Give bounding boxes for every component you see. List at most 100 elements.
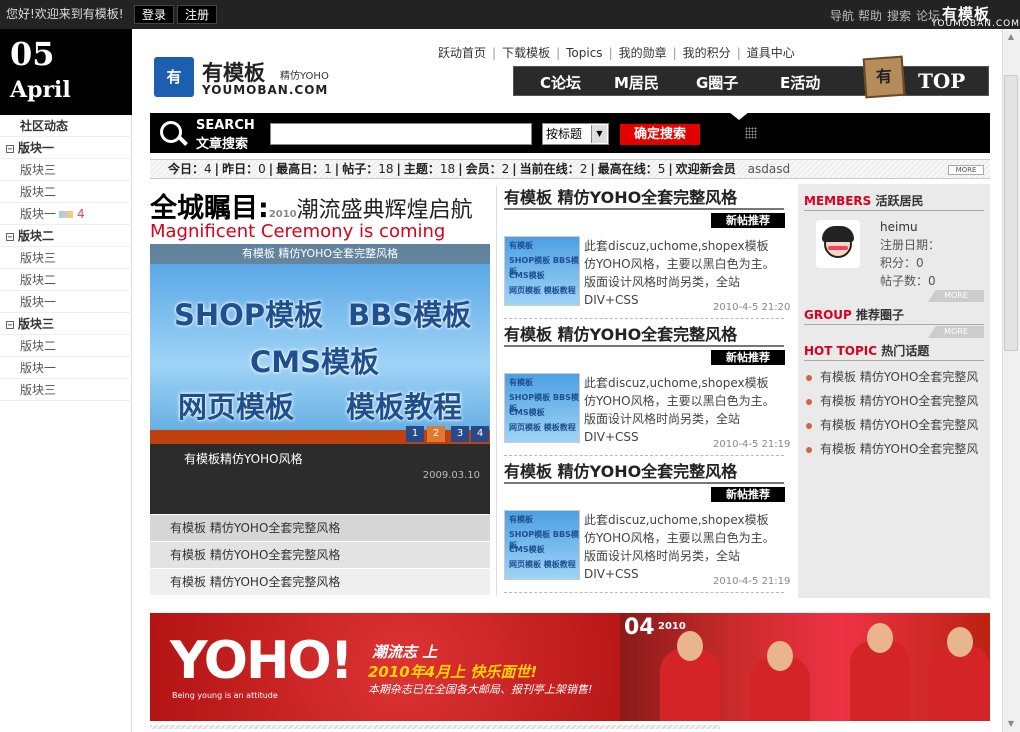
member-name[interactable]: heimu — [880, 220, 918, 234]
sidebar-group[interactable]: − 版块一 — [0, 137, 132, 159]
chevron-down-icon[interactable]: ▼ — [591, 125, 607, 143]
sidebar-item-label: 版块一 — [18, 141, 55, 155]
collapse-icon[interactable]: − — [6, 232, 14, 241]
register-button[interactable]: 注册 — [177, 5, 218, 24]
avatar[interactable] — [816, 220, 860, 268]
article-thumbnail[interactable]: 有模板 SHOP模板 BBS模板 CMS模板 网页模板 模板教程 — [504, 236, 580, 306]
slide-page-4[interactable]: 4 — [471, 426, 489, 442]
article-title[interactable]: 有模板 精仿YOHO全套完整风格 — [504, 321, 737, 345]
article-thumbnail[interactable]: 有模板 SHOP模板 BBS模板 CMS模板 网页模板 模板教程 — [504, 373, 580, 443]
slide-text-shop: SHOP模板 — [174, 298, 324, 332]
nav-link-search[interactable]: 搜索 — [887, 7, 911, 24]
stat-label: 最高在线 — [597, 162, 646, 176]
sidebar-item-label: 版块一 — [20, 295, 57, 309]
main-content: 有 有模板 精仿YOHO YOUMOBAN.COM 跃动首页 | 下载模板 | Topi… — [132, 29, 1002, 732]
slide-page-2[interactable]: 2 — [427, 426, 445, 442]
hot-topic-item[interactable]: 有模板 精仿YOHO全套完整风 — [806, 416, 978, 433]
hot-topic-heading-en: HOT TOPIC — [804, 344, 878, 358]
site-logo[interactable]: 有 有模板 精仿YOHO YOUMOBAN.COM — [154, 57, 354, 103]
nav-residents[interactable]: M居民 — [614, 72, 659, 93]
login-button[interactable]: 登录 — [134, 5, 175, 24]
search-type-select[interactable]: 按标题 ▼ — [542, 123, 609, 145]
collapse-icon[interactable]: − — [6, 320, 14, 329]
newest-member-link[interactable]: asdasd — [748, 162, 790, 176]
collapse-icon[interactable]: − — [6, 144, 14, 153]
sidebar-item[interactable]: 版块三 — [0, 247, 132, 269]
slide-info-title[interactable]: 有模板精仿YOHO风格 — [184, 450, 303, 467]
search-icon-handle — [178, 136, 188, 146]
hot-topic-heading: HOT TOPIC 热门话题 — [804, 342, 929, 359]
sidebar-item[interactable]: 版块一 — [0, 291, 132, 313]
stat-value: 2 — [501, 162, 510, 176]
topnav-topics[interactable]: Topics — [566, 46, 602, 60]
search-submit-button[interactable]: 确定搜索 — [620, 124, 700, 145]
hot-topic-item[interactable]: 有模板 精仿YOHO全套完整风 — [806, 368, 978, 385]
nav-groups[interactable]: G圈子 — [696, 72, 738, 93]
banner-line-2: 2010年4月上 快乐面世! — [368, 663, 538, 681]
sidebar-item-label: 社区动态 — [20, 119, 69, 133]
members-more-button[interactable]: MORE — [928, 290, 984, 302]
sidebar-item[interactable]: 版块三 — [0, 159, 132, 181]
feature-list-item[interactable]: 有模板 精仿YOHO全套完整风格 — [150, 542, 490, 568]
stat-item: 今日：4 | — [168, 162, 220, 176]
topnav-medals[interactable]: 我的勋章 — [619, 46, 667, 60]
stat-value: 2 — [579, 162, 588, 176]
article-thumbnail[interactable]: 有模板 SHOP模板 BBS模板 CMS模板 网页模板 模板教程 — [504, 510, 580, 580]
sidebar-item-label: 版块二 — [20, 185, 57, 199]
stat-value: 5 — [657, 162, 666, 176]
nav-link-guide[interactable]: 导航 — [830, 7, 854, 24]
article-title[interactable]: 有模板 精仿YOHO全套完整风格 — [504, 458, 737, 482]
date-month: April — [10, 77, 71, 103]
nav-events[interactable]: E活动 — [780, 72, 820, 93]
sidebar-item-community[interactable]: 社区动态 — [0, 115, 132, 137]
more-button[interactable]: MORE — [948, 165, 984, 175]
feature-headline[interactable]: 全城瞩目:2010潮流盛典辉煌启航 — [150, 186, 473, 225]
thumbnail-text: 有模板 — [509, 378, 533, 387]
topnav-download[interactable]: 下载模板 — [502, 46, 550, 60]
sidebar-item[interactable]: 版块三 — [0, 379, 132, 401]
scrollbar[interactable]: ▲ ▼ — [1002, 29, 1020, 732]
sidebar-item[interactable]: 版块一 4 — [0, 203, 132, 225]
feature-slideshow[interactable]: 有模板 精仿YOHO全套完整风格 SHOP模板 BBS模板 CMS模板 网页模板… — [150, 244, 490, 444]
stat-value: 4 — [204, 162, 212, 176]
article-title[interactable]: 有模板 精仿YOHO全套完整风格 — [504, 184, 737, 208]
new-posts-icon — [59, 211, 74, 218]
sidebar-group[interactable]: − 版块三 — [0, 313, 132, 335]
yoho-banner[interactable]: YOHO! Being young is an attitude 潮流志 上 2… — [150, 613, 990, 721]
hot-topic-item[interactable]: 有模板 精仿YOHO全套完整风 — [806, 440, 978, 457]
hot-topic-item[interactable]: 有模板 精仿YOHO全套完整风 — [806, 392, 978, 409]
article-separator — [504, 455, 784, 456]
top-label[interactable]: TOP — [918, 69, 965, 93]
headline-english: Magnificent Ceremony is coming — [150, 221, 446, 242]
hot-topic-heading-cn: 热门话题 — [881, 344, 930, 358]
nav-link-help[interactable]: 帮助 — [858, 7, 882, 24]
scrollbar-thumb[interactable] — [1004, 75, 1018, 351]
sidebar-group[interactable]: − 版块二 — [0, 225, 132, 247]
headline-year: 2010 — [268, 209, 297, 220]
stat-label: 当前在线 — [519, 162, 568, 176]
member-points-label: 积分： — [880, 256, 917, 270]
player-head-icon — [867, 623, 893, 653]
search-input[interactable] — [270, 123, 532, 145]
group-more-button[interactable]: MORE — [928, 326, 984, 338]
sidebar-item[interactable]: 版块二 — [0, 269, 132, 291]
sidebar-item-label: 版块三 — [18, 317, 55, 331]
feature-list-item[interactable]: 有模板 精仿YOHO全套完整风格 — [150, 515, 490, 541]
nav-forum[interactable]: C论坛 — [540, 72, 581, 93]
topnav-home[interactable]: 跃动首页 — [438, 46, 486, 60]
sidebar-item[interactable]: 版块二 — [0, 335, 132, 357]
stat-item: 当前在线：2 | — [519, 162, 595, 176]
sidebar-item[interactable]: 版块一 — [0, 357, 132, 379]
topnav-points[interactable]: 我的积分 — [683, 46, 731, 60]
scroll-down-icon[interactable]: ▼ — [1006, 719, 1016, 729]
stat-item: 最高在线：5 | — [597, 162, 673, 176]
member-points: 积分：0 — [880, 254, 924, 271]
stat-label: 最高日 — [276, 162, 313, 176]
slide-page-1[interactable]: 1 — [406, 426, 424, 442]
sidebar-item[interactable]: 版块二 — [0, 181, 132, 203]
topnav-props[interactable]: 道具中心 — [747, 46, 795, 60]
feature-list-item[interactable]: 有模板 精仿YOHO全套完整风格 — [150, 569, 490, 595]
article-divider — [504, 482, 784, 484]
slide-page-3[interactable]: 3 — [451, 426, 469, 442]
scroll-up-icon[interactable]: ▲ — [1006, 32, 1016, 42]
